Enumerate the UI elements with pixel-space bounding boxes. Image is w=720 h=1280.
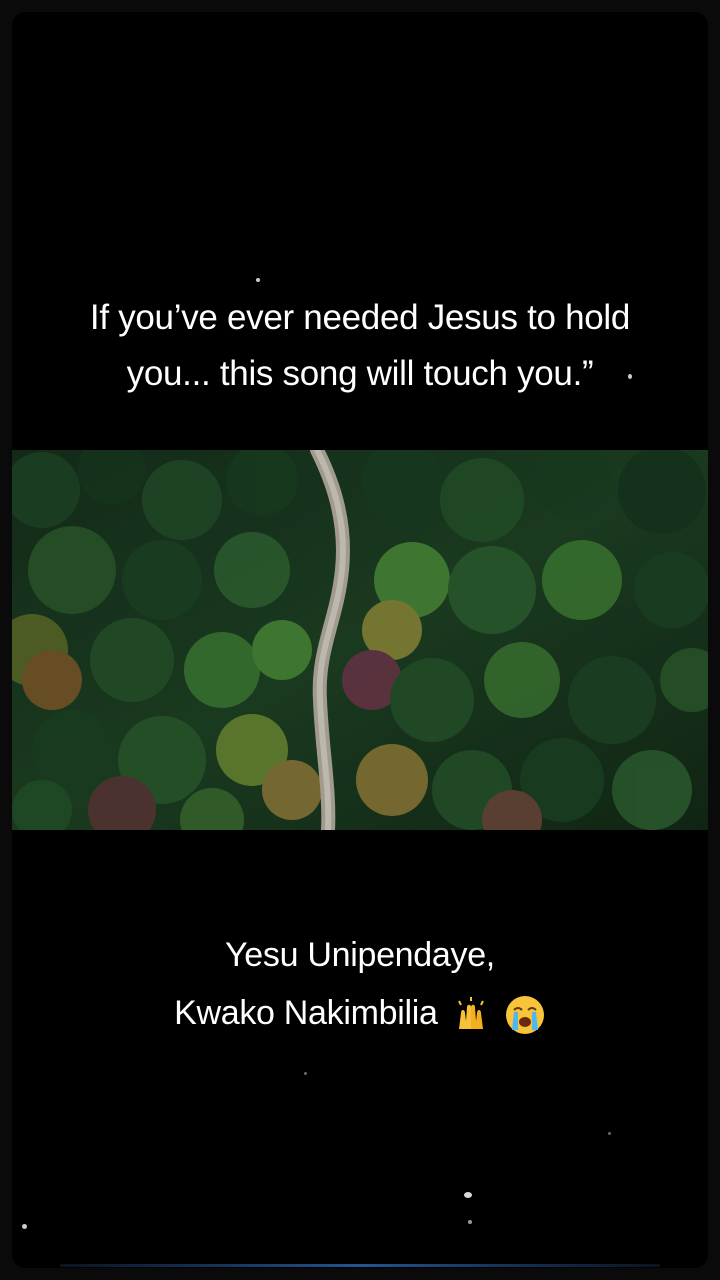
dust-speck [464,1192,472,1198]
bottom-caption: Yesu Unipendaye, Kwako Nakimbilia [12,926,708,1042]
crying-face-icon [505,996,544,1035]
dust-speck [22,1224,27,1229]
dust-speck [628,374,632,379]
top-caption-line-2: you... this song will touch you.” [126,354,594,393]
dust-speck [608,1132,611,1135]
bottom-caption-line-2-text: Kwako Nakimbilia [174,994,438,1032]
screen-frame: If you’ve ever needed Jesus to hold you.… [0,0,720,1280]
bottom-caption-line-1: Yesu Unipendaye, [225,936,495,974]
dust-speck [256,278,260,282]
top-caption: If you’ve ever needed Jesus to hold you.… [12,290,708,402]
aerial-forest-image [12,450,708,830]
dust-speck [468,1220,472,1224]
raising-hands-icon [457,997,484,1030]
top-caption-line-1: If you’ve ever needed Jesus to hold [89,298,631,337]
bottom-glow-bar [60,1264,660,1267]
video-player[interactable]: If you’ve ever needed Jesus to hold you.… [12,12,708,1268]
forest-video-frame [12,450,708,830]
dust-speck [304,1072,307,1075]
bottom-caption-line-2: Kwako Nakimbilia [12,984,708,1042]
